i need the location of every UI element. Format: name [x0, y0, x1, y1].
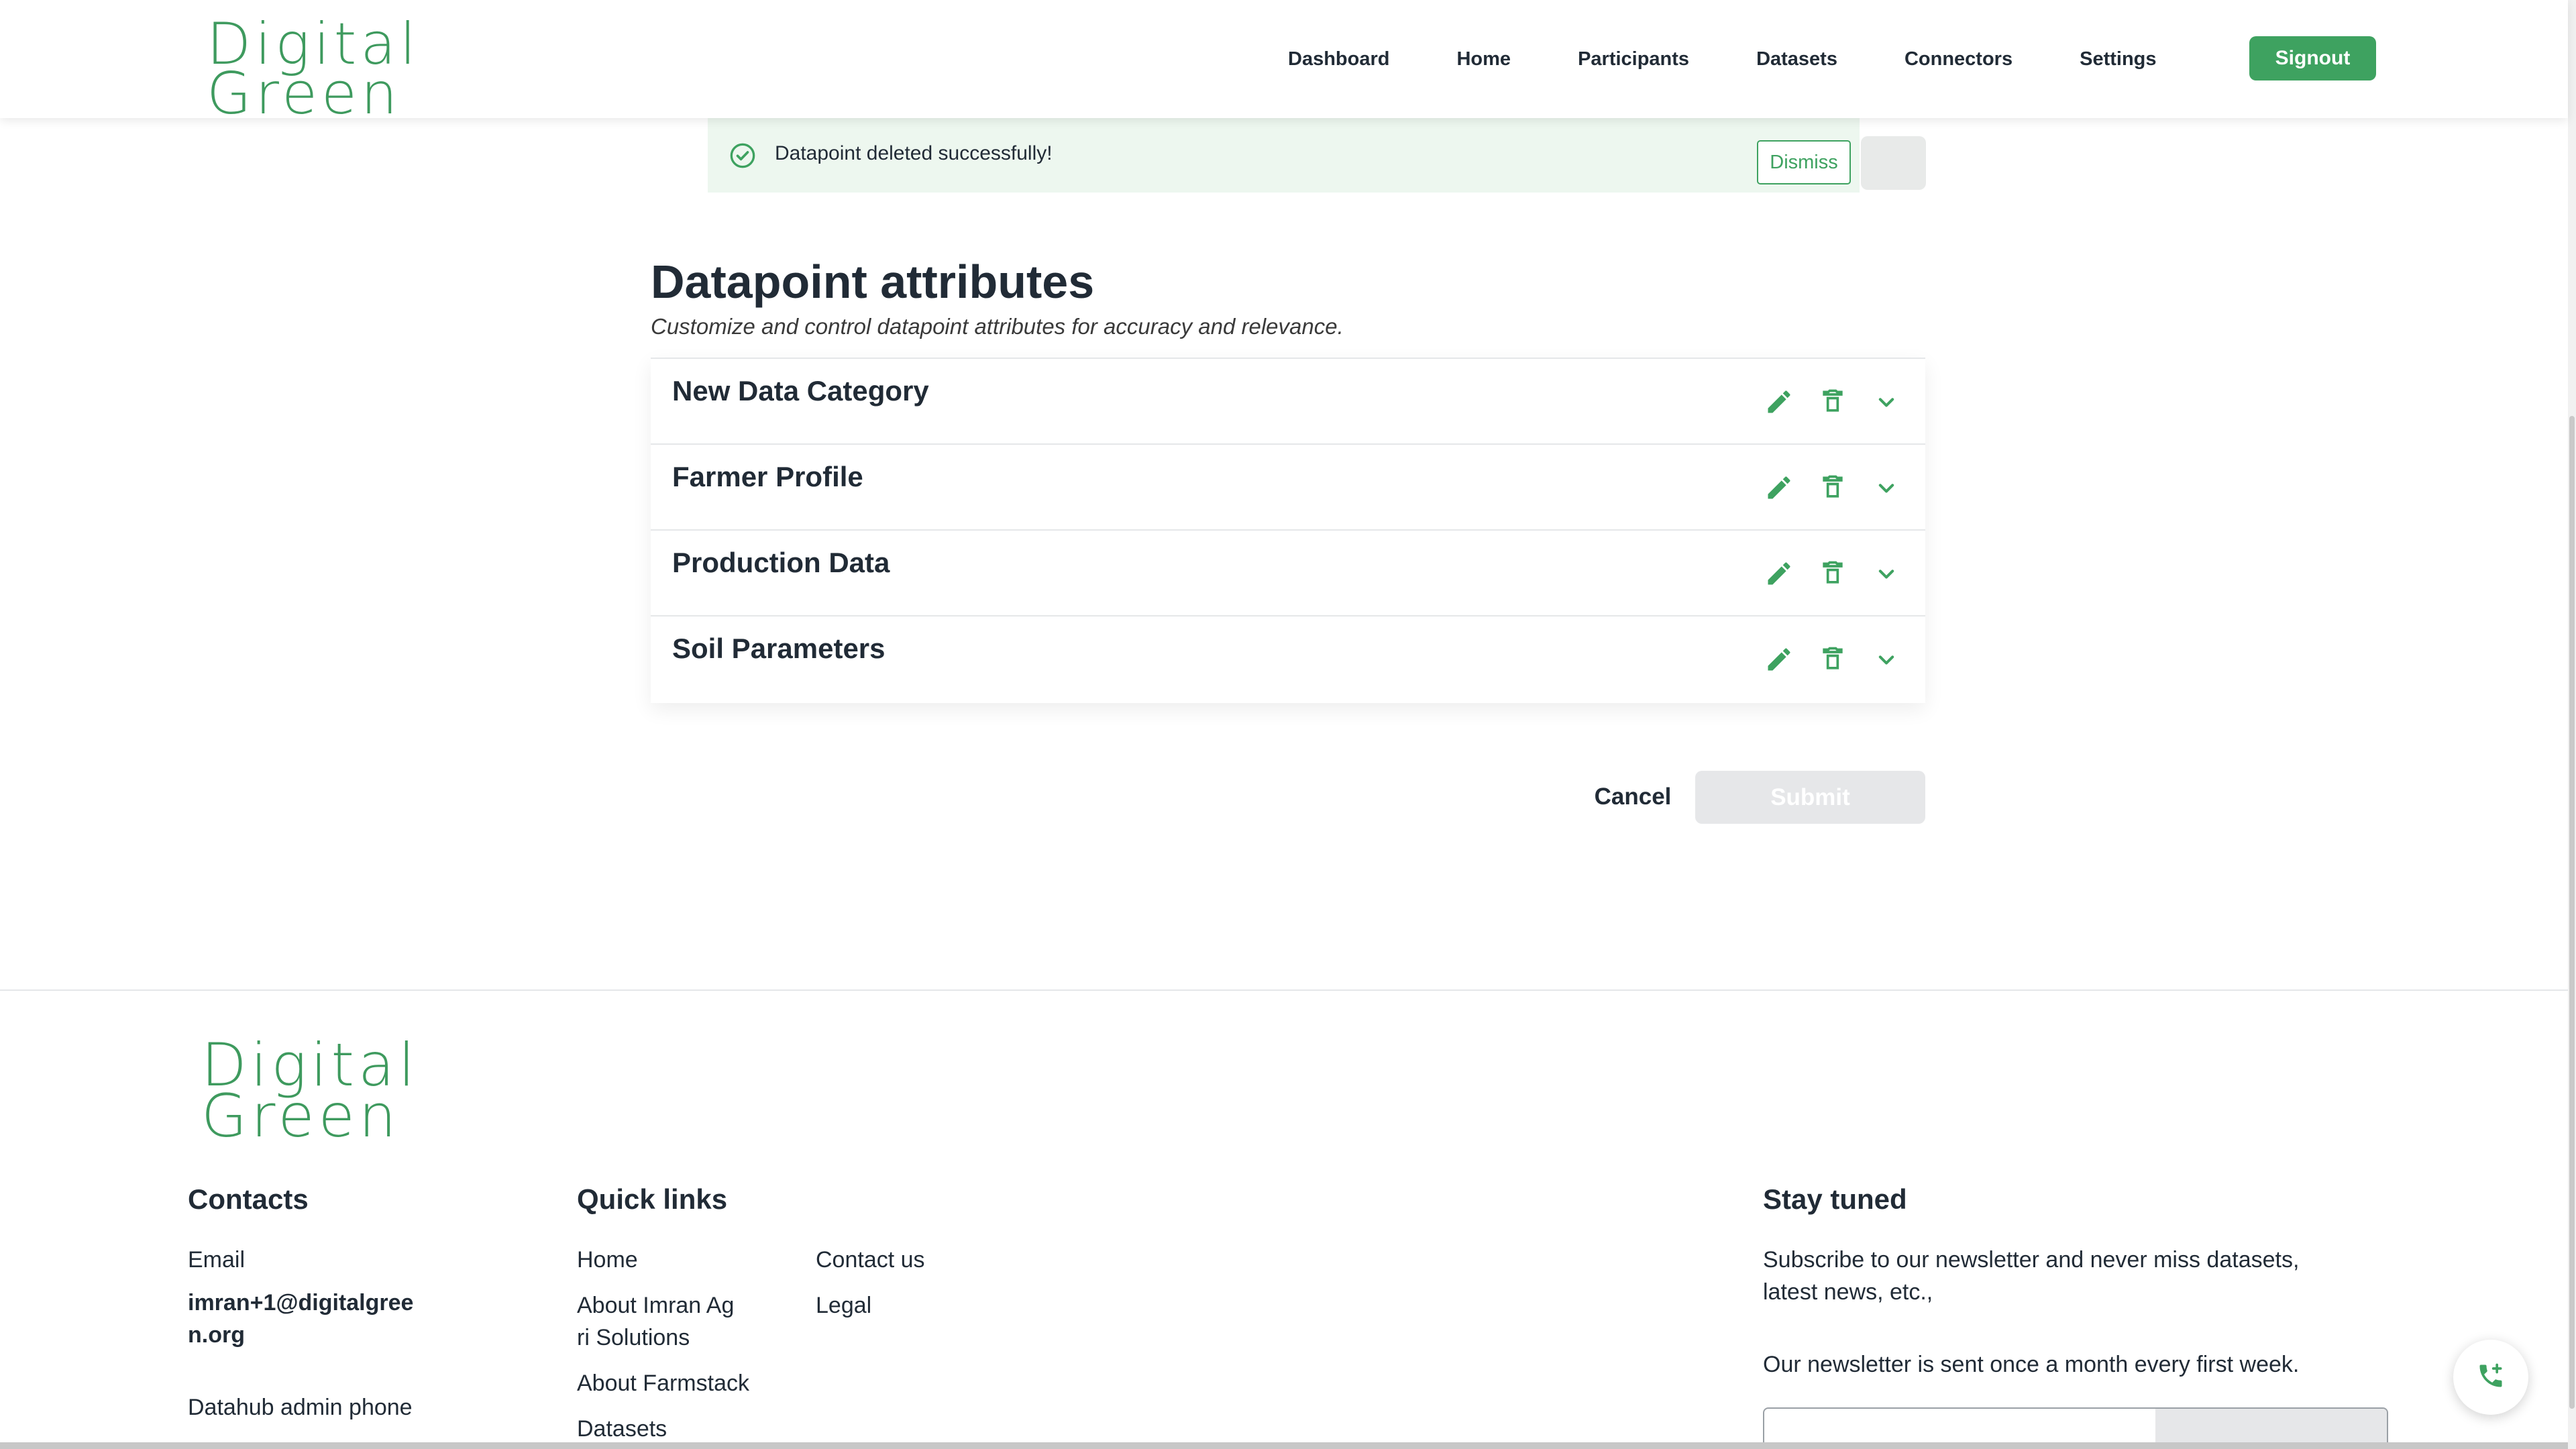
- delete-icon[interactable]: [1818, 473, 1847, 502]
- category-row[interactable]: Soil Parameters: [651, 615, 1925, 701]
- delete-icon[interactable]: [1818, 559, 1847, 588]
- category-accordion: New Data Category Farmer Profile Product…: [651, 358, 1925, 703]
- stay-tuned-heading: Stay tuned: [1763, 1183, 1907, 1215]
- chevron-down-icon[interactable]: [1872, 559, 1901, 588]
- contacts-heading: Contacts: [188, 1183, 309, 1215]
- edit-icon[interactable]: [1764, 645, 1794, 674]
- chevron-down-icon[interactable]: [1872, 645, 1901, 674]
- phone-add-button[interactable]: [2453, 1340, 2528, 1415]
- category-title: Farmer Profile: [672, 461, 863, 492]
- category-row[interactable]: New Data Category: [651, 358, 1925, 443]
- quick-link-about-org-line-2: ri Solutions: [577, 1325, 690, 1350]
- nav-home[interactable]: Home: [1456, 48, 1511, 70]
- page-subtitle: Customize and control datapoint attribut…: [651, 314, 1344, 339]
- category-row[interactable]: Farmer Profile: [651, 443, 1925, 529]
- dismiss-button[interactable]: Dismiss: [1757, 140, 1851, 184]
- nav-connectors[interactable]: Connectors: [1904, 48, 2012, 70]
- cancel-button[interactable]: Cancel: [1576, 771, 1689, 822]
- quick-link-about-org[interactable]: About Imran Ag ri Solutions: [577, 1289, 734, 1354]
- quick-link-about-farmstack[interactable]: About Farmstack: [577, 1367, 749, 1399]
- alert-message: Datapoint deleted successfully!: [775, 142, 1053, 164]
- nav-datasets[interactable]: Datasets: [1756, 48, 1837, 70]
- newsletter-description-line-1: Subscribe to our newsletter and never mi…: [1763, 1247, 2300, 1273]
- email-value-line-2: n.org: [188, 1322, 245, 1348]
- alert-side-block: [1861, 136, 1926, 190]
- category-title: Production Data: [672, 547, 890, 578]
- check-circle-icon: [729, 142, 756, 169]
- footer-logo[interactable]: Digital Green: [201, 1036, 419, 1150]
- email-label: Email: [188, 1247, 246, 1273]
- submit-button[interactable]: Submit: [1695, 771, 1925, 824]
- quick-links-heading: Quick links: [577, 1183, 728, 1215]
- edit-icon[interactable]: [1764, 559, 1794, 588]
- footer-logo-line-2: Green: [201, 1081, 400, 1150]
- quick-link-home[interactable]: Home: [577, 1244, 638, 1276]
- signout-button[interactable]: Signout: [2249, 36, 2376, 80]
- nav-settings[interactable]: Settings: [2080, 48, 2156, 70]
- delete-icon[interactable]: [1818, 645, 1847, 674]
- chevron-down-icon[interactable]: [1872, 387, 1901, 417]
- category-row[interactable]: Production Data: [651, 529, 1925, 615]
- scrollbar-thumb[interactable]: [2569, 416, 2575, 1409]
- category-title: New Data Category: [672, 375, 929, 407]
- quick-link-legal[interactable]: Legal: [816, 1289, 871, 1322]
- top-header: Digital Green Dashboard Home Participant…: [0, 0, 2568, 127]
- nav-dashboard[interactable]: Dashboard: [1288, 48, 1389, 70]
- edit-icon[interactable]: [1764, 387, 1794, 417]
- scrollbar[interactable]: [2568, 0, 2576, 1449]
- quick-link-contact-us[interactable]: Contact us: [816, 1244, 925, 1276]
- edit-icon[interactable]: [1764, 473, 1794, 502]
- newsletter-description-line-2: latest news, etc.,: [1763, 1279, 1933, 1305]
- quick-link-about-org-line-1: About Imran Ag: [577, 1293, 735, 1318]
- email-value[interactable]: imran+1@digitalgree n.org: [188, 1287, 429, 1351]
- footer-divider: [0, 989, 2568, 991]
- chevron-down-icon[interactable]: [1872, 473, 1901, 502]
- success-alert: Datapoint deleted successfully! Dismiss: [708, 118, 1860, 193]
- horizontal-scrollbar[interactable]: [0, 1442, 2568, 1449]
- delete-icon[interactable]: [1818, 387, 1847, 417]
- quick-link-datasets[interactable]: Datasets: [577, 1413, 667, 1445]
- digital-green-logo[interactable]: Digital Green: [207, 15, 420, 127]
- main-nav: Dashboard Home Participants Datasets Con…: [1288, 36, 2224, 82]
- newsletter-description: Subscribe to our newsletter and never mi…: [1763, 1244, 2299, 1308]
- phone-plus-icon: [2476, 1361, 2506, 1394]
- phone-label: Datahub admin phone: [188, 1395, 413, 1420]
- category-title: Soil Parameters: [672, 633, 885, 664]
- email-value-line-1: imran+1@digitalgree: [188, 1290, 414, 1316]
- page-title: Datapoint attributes: [651, 256, 1095, 308]
- nav-participants[interactable]: Participants: [1578, 48, 1689, 70]
- logo-line-2: Green: [207, 60, 402, 127]
- newsletter-frequency: Our newsletter is sent once a month ever…: [1763, 1352, 2300, 1377]
